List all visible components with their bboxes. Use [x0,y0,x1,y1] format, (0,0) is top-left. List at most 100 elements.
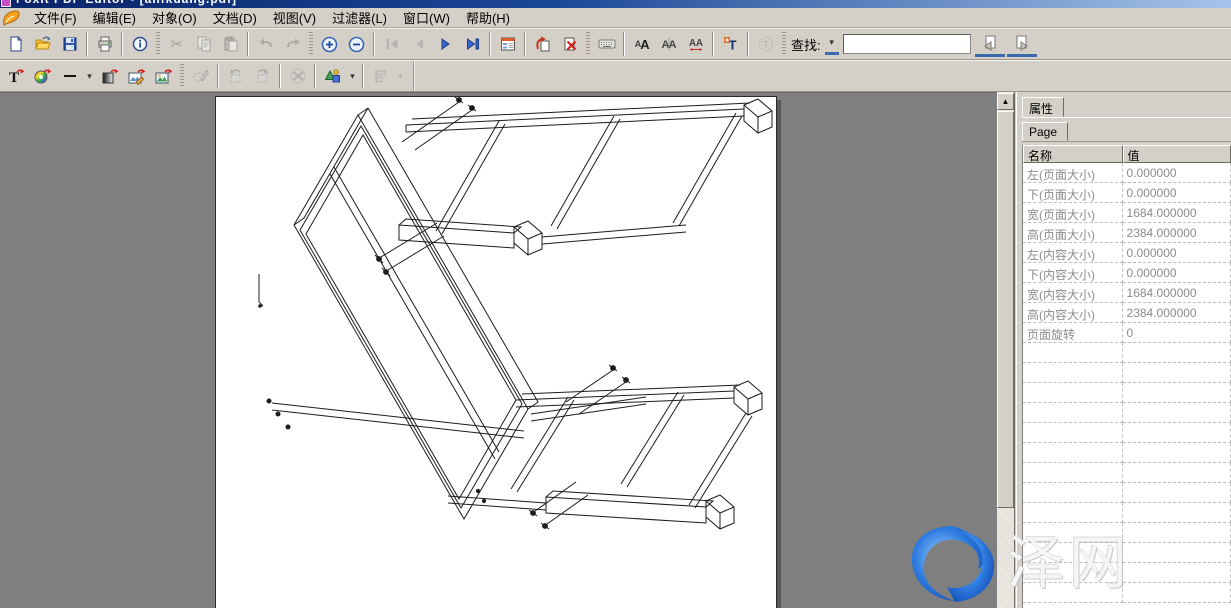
scroll-up-button[interactable]: ▲ [997,93,1014,110]
find-next-icon [1014,35,1030,51]
toolbar-drag-handle[interactable] [180,64,184,88]
first-page-icon [384,36,400,52]
paste-clipboard-icon [223,36,239,52]
property-name: 下(内容大小) [1023,263,1123,283]
scrollbar-thumb[interactable] [997,111,1014,508]
redo-button[interactable] [279,31,306,57]
add-image-button[interactable] [150,63,177,89]
toolbar-object: T ▾ [0,60,1231,92]
property-table: 名称 值 左(页面大小) 0.000000 下(页面大小) 0.000000 宽… [1022,145,1231,608]
lasso-pen-icon [192,68,210,84]
find-dropdown[interactable]: ▾ [825,33,839,55]
menu-item-help[interactable]: 帮助(H) [458,6,518,29]
property-name: 宽(内容大小) [1023,283,1123,303]
document-info-button[interactable] [126,31,153,57]
line-icon [62,68,78,84]
properties-panel: 属性 Page 名称 值 左(页面大小) 0.000000 下(页面大小) 0.… [1017,92,1231,608]
svg-text:A: A [668,39,676,51]
delete-object-button[interactable] [284,63,311,89]
property-table-header: 名称 值 [1023,145,1231,163]
property-value[interactable]: 0.000000 [1123,243,1231,263]
font-size-button[interactable]: AA [628,31,655,57]
align-dropdown[interactable]: ▾ [394,63,407,89]
shapes-button[interactable] [319,63,346,89]
column-header-name: 名称 [1023,145,1123,163]
property-row-empty [1023,363,1231,383]
page-layout-button[interactable] [494,31,521,57]
previous-page-button[interactable] [405,31,432,57]
property-value[interactable]: 2384.000000 [1123,303,1231,323]
text-circle-button[interactable]: T [752,31,779,57]
cut-button[interactable]: ✂ [163,31,190,57]
rotate-object-right-button[interactable] [249,63,276,89]
first-page-button[interactable] [378,31,405,57]
panel-caption-tab[interactable]: 属性 [1022,97,1064,117]
rotate-page-button[interactable] [529,31,556,57]
shapes-dropdown[interactable]: ▾ [346,63,359,89]
keyboard-button[interactable] [593,31,620,57]
property-value[interactable]: 0.000000 [1123,183,1231,203]
lasso-select-button[interactable] [187,63,214,89]
menu-item-window[interactable]: 窗口(W) [395,6,458,29]
property-name: 页面旋转 [1023,323,1123,343]
toolbar-separator [747,32,749,56]
zoom-out-button[interactable] [343,31,370,57]
property-value[interactable]: 0 [1123,323,1231,343]
copy-button[interactable] [190,31,217,57]
paste-button[interactable] [217,31,244,57]
chevron-down-icon: ▾ [84,71,95,82]
property-row-empty [1023,383,1231,403]
open-button[interactable] [29,31,56,57]
scrollbar-track[interactable] [997,508,1014,608]
copy-icon [196,36,212,52]
line-style-button[interactable] [56,63,83,89]
line-style-dropdown[interactable]: ▾ [83,63,96,89]
rotate-object-left-button[interactable] [222,63,249,89]
rotate-page-icon [535,36,551,52]
toolbar-drag-handle[interactable] [586,32,590,56]
chevron-down-icon: ▾ [395,71,406,82]
info-icon [132,36,148,52]
menu-item-view[interactable]: 视图(V) [265,6,324,29]
property-value[interactable]: 1684.000000 [1123,203,1231,223]
tab-page[interactable]: Page [1022,122,1068,141]
toolbar-separator [121,32,123,56]
edit-image-button[interactable] [123,63,150,89]
menu-item-edit[interactable]: 编辑(E) [85,6,144,29]
add-color-button[interactable] [29,63,56,89]
save-button[interactable] [56,31,83,57]
undo-button[interactable] [252,31,279,57]
property-value[interactable]: 0.000000 [1123,163,1231,183]
font-pair-button[interactable]: AA [655,31,682,57]
zoom-in-button[interactable] [316,31,343,57]
char-spacing-button[interactable]: AA [682,31,709,57]
text-circle-icon: T [758,36,774,52]
property-value[interactable]: 0.000000 [1123,263,1231,283]
toolbar-drag-handle[interactable] [156,32,160,56]
property-value[interactable]: 1684.000000 [1123,283,1231,303]
find-previous-button[interactable] [975,31,1005,57]
property-value[interactable]: 2384.000000 [1123,223,1231,243]
insert-text-button[interactable]: T [717,31,744,57]
last-page-button[interactable] [459,31,486,57]
document-canvas[interactable] [0,92,997,608]
find-input[interactable] [843,34,971,54]
menu-item-object[interactable]: 对象(O) [144,6,205,29]
next-page-button[interactable] [432,31,459,57]
toolbar-drag-handle[interactable] [309,32,313,56]
new-document-button[interactable] [2,31,29,57]
document-page[interactable] [215,96,777,608]
delete-page-button[interactable] [556,31,583,57]
align-button[interactable] [367,63,394,89]
find-next-button[interactable] [1007,31,1037,57]
toolbar-drag-handle[interactable] [782,32,786,56]
scroll-up-arrow-icon: ▲ [1002,97,1010,106]
add-shading-button[interactable] [96,63,123,89]
property-name: 下(页面大小) [1023,183,1123,203]
menu-item-file[interactable]: 文件(F) [26,6,85,29]
menu-item-document[interactable]: 文档(D) [205,6,265,29]
menu-item-filter[interactable]: 过滤器(L) [324,6,395,29]
property-name: 宽(页面大小) [1023,203,1123,223]
add-text-button[interactable]: T [2,63,29,89]
print-button[interactable] [91,31,118,57]
